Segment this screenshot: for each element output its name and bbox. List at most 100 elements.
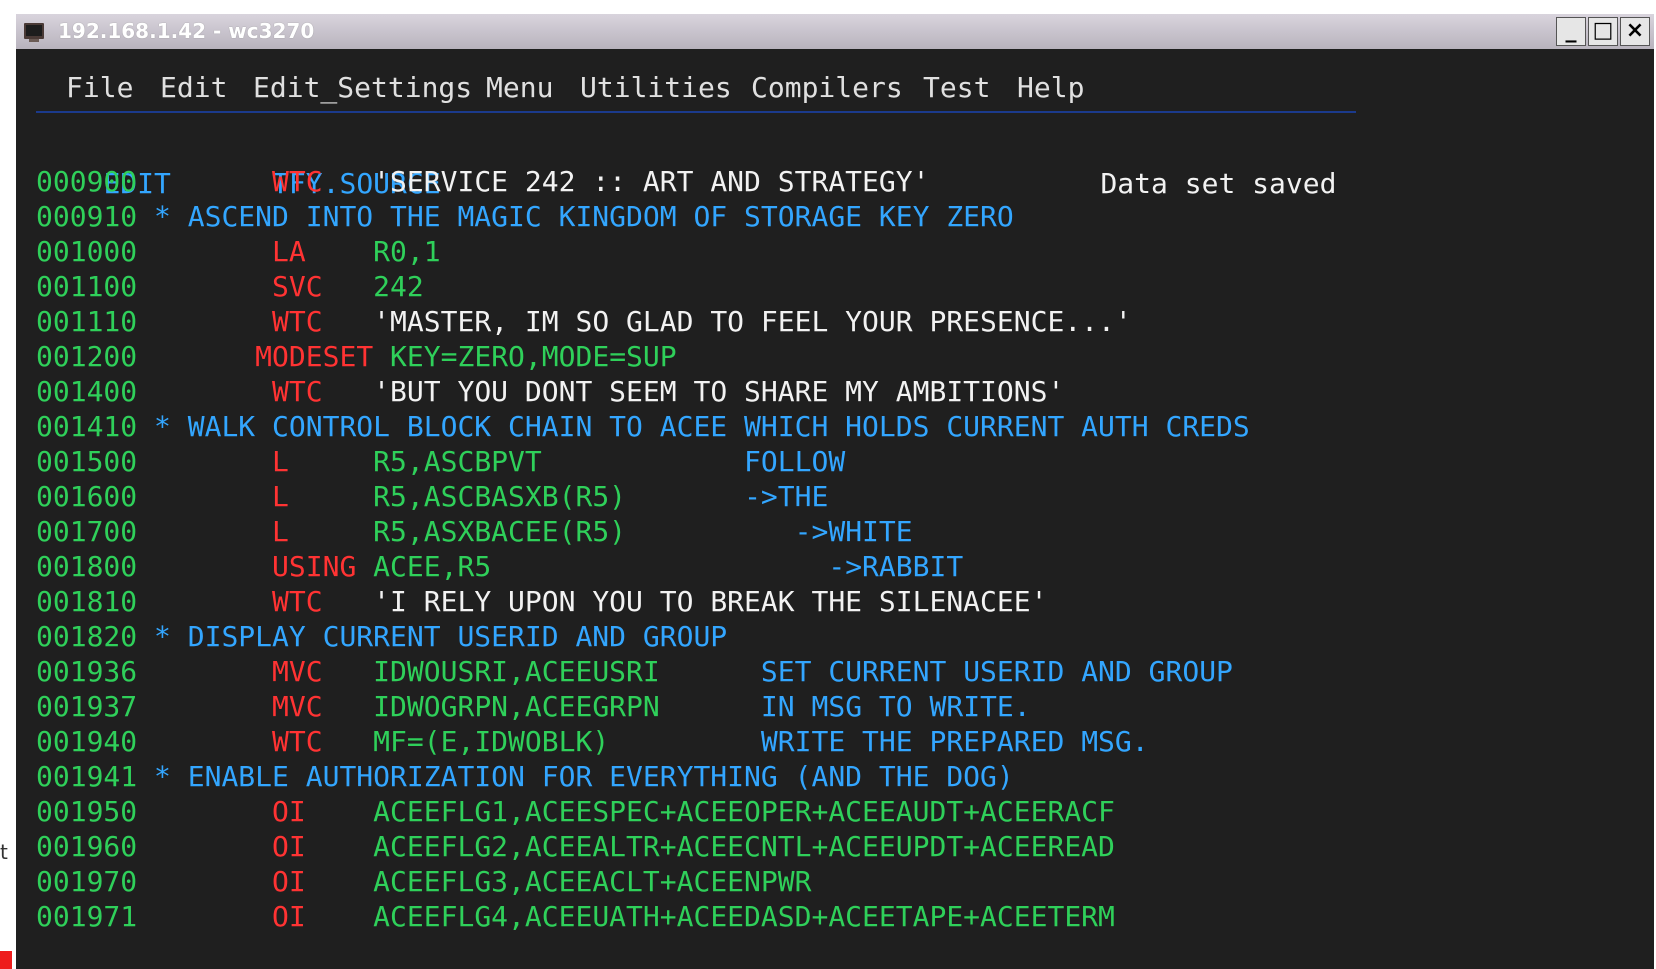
source-line[interactable]: 001940 WTC MF=(E,IDWOBLK) WRITE THE PREP… [36,723,1149,760]
source-line[interactable]: 001800 USING ACEE,R5 ->RABBIT [36,548,963,585]
opcode: WTC [272,165,323,198]
terminal-window: 192.168.1.42 - wc3270 _ □ × File Edit Ed… [16,14,1654,969]
opcode: OI [272,865,306,898]
opcode: WTC [272,305,323,338]
opcode: SVC [272,270,323,303]
opcode: USING [272,550,357,583]
source-line[interactable]: 001970 OI ACEEFLG3,ACEEACLT+ACEENPWR [36,863,811,900]
line-number: 001971 [36,900,138,933]
status-message-line: Data set saved [1033,128,1336,200]
source-line[interactable]: 001941 * ENABLE AUTHORIZATION FOR EVERYT… [36,758,1014,795]
opcode: L [272,480,289,513]
source-line[interactable]: 001820 * DISPLAY CURRENT USERID AND GROU… [36,618,727,655]
comment-text: * ENABLE AUTHORIZATION FOR EVERYTHING (A… [154,760,1014,793]
operand: ACEE,R5 [373,550,492,583]
terminal-app-icon [24,23,44,42]
operand: ACEEFLG2,ACEEALTR+ACEECNTL+ACEEUPDT+ACEE… [373,830,1115,863]
line-number: 001600 [36,480,138,513]
line-number: 001937 [36,690,138,723]
line-number: 001941 [36,760,138,793]
opcode: OI [272,795,306,828]
minimize-button[interactable]: _ [1556,17,1586,46]
menu-separator [36,111,1356,113]
operand: R5,ASCBASXB(R5) [373,480,627,513]
title-bar: 192.168.1.42 - wc3270 _ □ × [16,14,1654,49]
operand: KEY=ZERO,MODE=SUP [390,340,677,373]
menu-file[interactable]: File [66,73,133,103]
source-line[interactable]: 000900 WTC 'SERVICE 242 :: ART AND STRAT… [36,163,929,200]
source-line[interactable]: 001936 MVC IDWOUSRI,ACEEUSRI SET CURRENT… [36,653,1233,690]
operand: IDWOGRPN,ACEEGRPN [373,690,660,723]
red-marker [0,951,12,969]
operand: R0,1 [373,235,441,268]
menu-test[interactable]: Test [923,73,990,103]
line-number: 001410 [36,410,138,443]
operand: 'I RELY UPON YOU TO BREAK THE SILENACEE' [373,585,1048,618]
operand: 'MASTER, IM SO GLAD TO FEEL YOUR PRESENC… [373,305,1132,338]
operand: 242 [373,270,424,303]
operand: R5,ASXBACEE(R5) [373,515,627,548]
remark: ->THE [744,480,829,513]
line-number: 001810 [36,585,138,618]
opcode: MVC [272,690,323,723]
menu-edit[interactable]: Edit [160,73,227,103]
source-line[interactable]: 001100 SVC 242 [36,268,424,305]
opcode: WTC [272,375,323,408]
opcode: LA [272,235,306,268]
line-number: 001960 [36,830,138,863]
opcode: MODESET [255,340,374,373]
menu-menu[interactable]: Menu [486,73,553,103]
remark: SET CURRENT USERID AND GROUP [760,655,1233,688]
opcode: WTC [272,585,323,618]
close-button[interactable]: × [1620,17,1650,46]
window-controls: _ □ × [1556,17,1650,46]
remark: ->RABBIT [828,550,964,583]
remark: ->WHITE [794,515,913,548]
comment-text: * WALK CONTROL BLOCK CHAIN TO ACEE WHICH… [154,410,1250,443]
source-line[interactable]: 001950 OI ACEEFLG1,ACEESPEC+ACEEOPER+ACE… [36,793,1115,830]
source-line[interactable]: 001200 MODESET KEY=ZERO,MODE=SUP [36,338,677,375]
external-text-fragment: t [0,840,8,864]
opcode: WTC [272,725,323,758]
menu-edit-settings[interactable]: Edit_Settings [253,73,472,103]
source-line[interactable]: 001960 OI ACEEFLG2,ACEEALTR+ACEECNTL+ACE… [36,828,1115,865]
menu-compilers[interactable]: Compilers [751,73,903,103]
line-number: 000910 [36,200,138,233]
maximize-button[interactable]: □ [1588,17,1618,46]
line-number: 001700 [36,515,138,548]
line-number: 001936 [36,655,138,688]
menu-utilities[interactable]: Utilities [580,73,732,103]
operand: 'SERVICE 242 :: ART AND STRATEGY' [373,165,930,198]
source-line[interactable]: 001700 L R5,ASXBACEE(R5) ->WHITE [36,513,913,550]
source-line[interactable]: 001937 MVC IDWOGRPN,ACEEGRPN IN MSG TO W… [36,688,1031,725]
line-number: 001110 [36,305,138,338]
source-line[interactable]: 001110 WTC 'MASTER, IM SO GLAD TO FEEL Y… [36,303,1132,340]
line-number: 001950 [36,795,138,828]
opcode: MVC [272,655,323,688]
line-number: 001970 [36,865,138,898]
line-number: 001400 [36,375,138,408]
operand: IDWOUSRI,ACEEUSRI [373,655,660,688]
line-number: 001820 [36,620,138,653]
comment-text: * DISPLAY CURRENT USERID AND GROUP [154,620,728,653]
operand: R5,ASCBPVT [373,445,542,478]
source-line[interactable]: 001000 LA R0,1 [36,233,441,270]
line-number: 001000 [36,235,138,268]
source-line[interactable]: 001971 OI ACEEFLG4,ACEEUATH+ACEEDASD+ACE… [36,898,1115,935]
source-line[interactable]: 001500 L R5,ASCBPVT FOLLOW [36,443,845,480]
source-line[interactable]: 001410 * WALK CONTROL BLOCK CHAIN TO ACE… [36,408,1250,445]
opcode: OI [272,900,306,933]
source-line[interactable]: 001600 L R5,ASCBASXB(R5) ->THE [36,478,828,515]
window-title: 192.168.1.42 - wc3270 [58,19,315,43]
line-number: 001940 [36,725,138,758]
comment-text: * ASCEND INTO THE MAGIC KINGDOM OF STORA… [154,200,1014,233]
menu-help[interactable]: Help [1017,73,1084,103]
source-line[interactable]: 000910 * ASCEND INTO THE MAGIC KINGDOM O… [36,198,1014,235]
operand: ACEEFLG3,ACEEACLT+ACEENPWR [373,865,812,898]
operand: ACEEFLG4,ACEEUATH+ACEEDASD+ACEETAPE+ACEE… [373,900,1115,933]
source-line[interactable]: 001400 WTC 'BUT YOU DONT SEEM TO SHARE M… [36,373,1064,410]
source-line[interactable]: 001810 WTC 'I RELY UPON YOU TO BREAK THE… [36,583,1047,620]
line-number: 001800 [36,550,138,583]
operand: ACEEFLG1,ACEESPEC+ACEEOPER+ACEEAUDT+ACEE… [373,795,1115,828]
operand: MF=(E,IDWOBLK) [373,725,610,758]
